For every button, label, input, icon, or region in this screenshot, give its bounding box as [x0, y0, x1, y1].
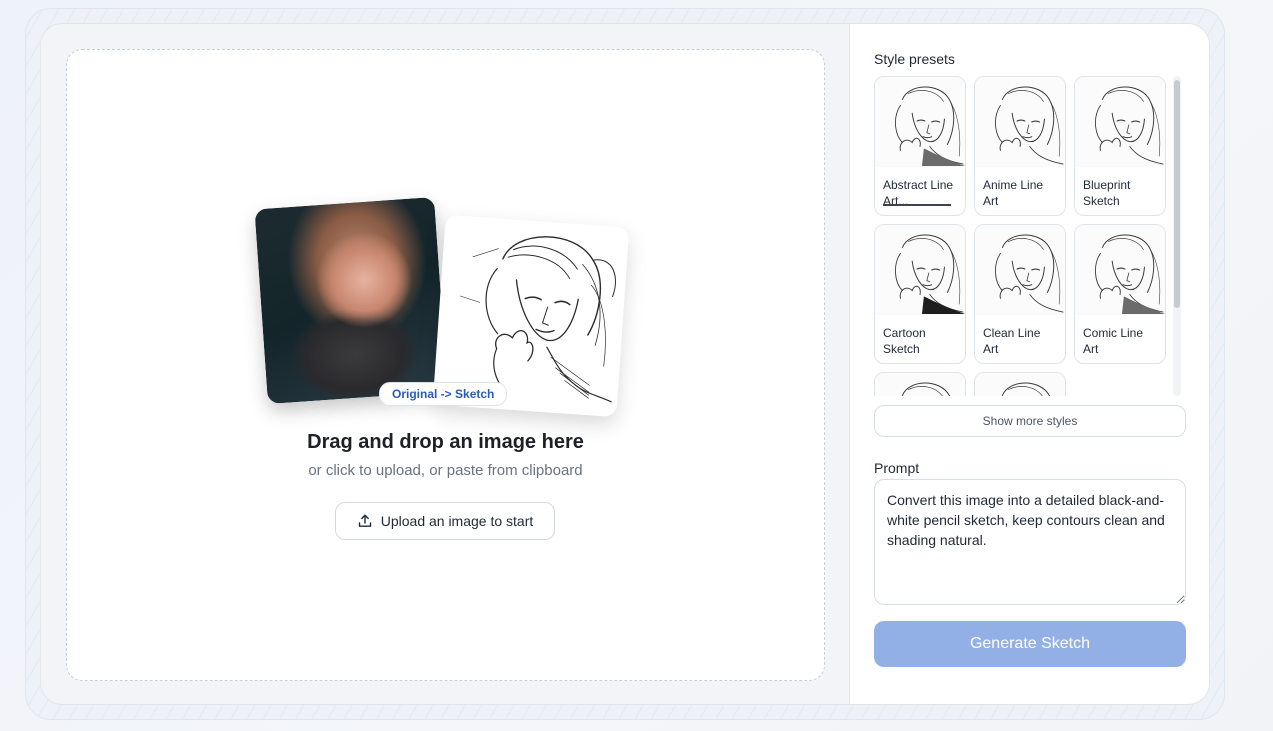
preset-label: Comic Line Art — [1083, 326, 1144, 356]
presets-scrollbar[interactable] — [1173, 76, 1181, 396]
presets-scrollbar-thumb[interactable] — [1174, 80, 1180, 308]
preset-label: Blueprint Sketch — [1083, 178, 1131, 208]
style-preset-card-6[interactable] — [874, 372, 966, 396]
preset-label: Anime Line Art — [983, 178, 1044, 208]
preset-thumbnail-icon — [975, 77, 1065, 167]
settings-panel: Style presets Abstract Line Art... Anime… — [849, 24, 1209, 704]
image-drop-zone[interactable]: Original -> Sketch Drag and drop an imag… — [66, 49, 825, 681]
preset-thumbnail-icon — [875, 77, 965, 167]
original-photo-preview — [254, 196, 448, 405]
prompt-label: Prompt — [874, 460, 920, 476]
style-preset-card-1[interactable]: Anime Line Art — [974, 76, 1066, 216]
preset-thumbnail-icon — [875, 225, 965, 315]
style-preset-card-3[interactable]: Cartoon Sketch — [874, 224, 966, 364]
generate-sketch-button[interactable]: Generate Sketch — [874, 621, 1186, 667]
style-preset-card-7[interactable] — [974, 372, 1066, 396]
style-presets-label: Style presets — [874, 51, 955, 67]
prompt-textarea[interactable]: Convert this image into a detailed black… — [874, 479, 1186, 605]
drop-zone-subtitle: or click to upload, or paste from clipbo… — [308, 462, 583, 479]
style-preset-card-0[interactable]: Abstract Line Art... — [874, 76, 966, 216]
preset-thumbnail-icon — [975, 225, 1065, 315]
before-after-illustration: Original -> Sketch — [253, 195, 643, 425]
style-presets-list[interactable]: Abstract Line Art... Anime Line Art Blue… — [874, 76, 1186, 396]
main-card: Original -> Sketch Drag and drop an imag… — [40, 23, 1210, 705]
preset-thumbnail-icon — [1075, 77, 1165, 167]
upload-image-button[interactable]: Upload an image to start — [335, 502, 555, 540]
preset-label: Abstract Line Art... — [875, 167, 965, 209]
upload-button-label: Upload an image to start — [380, 513, 534, 529]
style-preset-card-2[interactable]: Blueprint Sketch — [1074, 76, 1166, 216]
preset-thumbnail-icon — [1075, 225, 1165, 315]
preset-label: Cartoon Sketch — [883, 326, 926, 356]
show-more-styles-button[interactable]: Show more styles — [874, 405, 1186, 437]
preset-thumbnail-icon — [875, 373, 965, 396]
upload-icon — [358, 514, 371, 527]
preset-thumbnail-icon — [975, 373, 1065, 396]
preset-label: Clean Line Art — [983, 326, 1041, 356]
compare-badge: Original -> Sketch — [379, 382, 508, 406]
drop-zone-title: Drag and drop an image here — [307, 431, 584, 453]
style-preset-card-4[interactable]: Clean Line Art — [974, 224, 1066, 364]
style-preset-card-5[interactable]: Comic Line Art — [1074, 224, 1166, 364]
